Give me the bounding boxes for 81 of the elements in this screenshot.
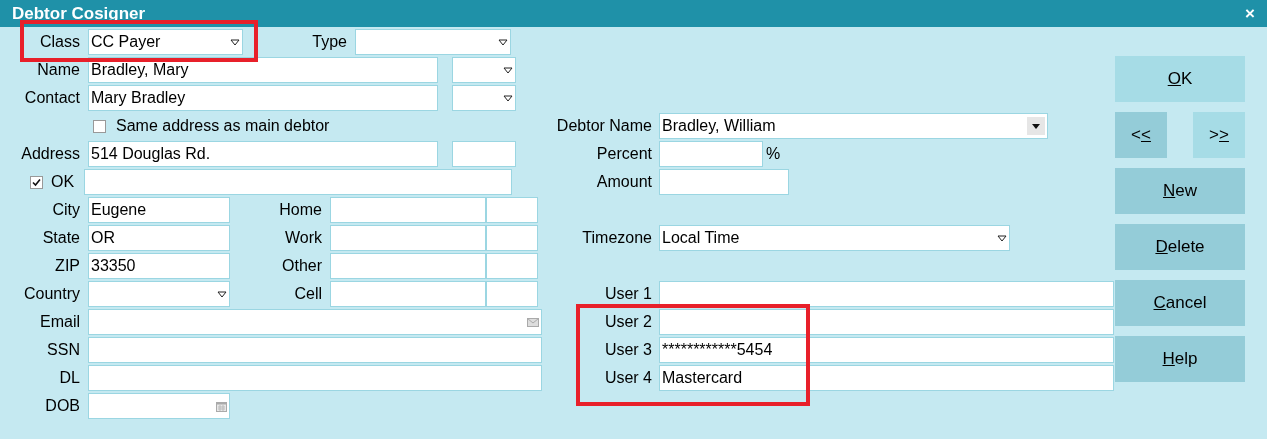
- input-field[interactable]: [88, 309, 542, 335]
- caret-icon: [997, 234, 1007, 242]
- field-label: Home: [278, 200, 322, 220]
- close-button[interactable]: ×: [1245, 0, 1255, 27]
- input-field[interactable]: [452, 141, 516, 167]
- input-field[interactable]: [486, 253, 538, 279]
- input-field[interactable]: Mastercard: [659, 365, 1114, 391]
- input-field[interactable]: [659, 169, 789, 195]
- field-label: DL: [58, 368, 80, 388]
- field-label: Email: [39, 312, 80, 332]
- field-label: SSN: [46, 340, 80, 360]
- field-label: Class: [39, 32, 80, 52]
- input-field[interactable]: [330, 225, 486, 251]
- field-label: Country: [22, 284, 80, 304]
- caret-icon: [503, 94, 513, 102]
- checkbox-label: Same address as main debtor: [116, 116, 330, 136]
- input-field[interactable]: [330, 197, 486, 223]
- field-label: Name: [36, 60, 80, 80]
- envelope-icon: [527, 317, 539, 327]
- field-label: Work: [283, 228, 322, 248]
- input-field[interactable]: [659, 309, 1114, 335]
- window-title: Debtor Cosigner: [12, 2, 146, 25]
- field-label: Other: [281, 256, 322, 276]
- unit-label: %: [766, 144, 781, 164]
- dropdown[interactable]: CC Payer: [88, 29, 243, 55]
- field-label: Amount: [595, 172, 652, 192]
- dropdown[interactable]: [355, 29, 511, 55]
- input-field[interactable]: [84, 169, 513, 195]
- field-label: Contact: [23, 88, 80, 108]
- caret-icon: [230, 38, 240, 46]
- input-field[interactable]: ************5454: [659, 337, 1114, 363]
- dropdown[interactable]: [452, 85, 516, 111]
- field-label: City: [51, 200, 80, 220]
- button[interactable]: Help: [1115, 336, 1245, 382]
- input-field[interactable]: OR: [88, 225, 230, 251]
- input-field[interactable]: Eugene: [88, 197, 230, 223]
- field-label: Timezone: [581, 228, 652, 248]
- field-label: User 1: [603, 284, 652, 304]
- input-field[interactable]: [88, 365, 542, 391]
- field-label: ZIP: [54, 256, 80, 276]
- input-field[interactable]: Bradley, Mary: [88, 57, 438, 83]
- dropdown[interactable]: Bradley, William: [659, 113, 1048, 139]
- dropdown[interactable]: [452, 57, 516, 83]
- dropdown[interactable]: [88, 281, 230, 307]
- input-field[interactable]: [486, 225, 538, 251]
- caret-icon: [498, 38, 508, 46]
- input-field[interactable]: [88, 337, 542, 363]
- checkbox[interactable]: [30, 175, 43, 189]
- field-label: State: [41, 228, 80, 248]
- field-label: Debtor Name: [555, 116, 652, 136]
- button[interactable]: <<: [1115, 112, 1167, 158]
- field-label: User 2: [603, 312, 652, 332]
- input-field[interactable]: 33350: [88, 253, 230, 279]
- input-field[interactable]: [330, 253, 486, 279]
- field-label: Percent: [595, 144, 652, 164]
- calendar-icon: [216, 400, 227, 412]
- button[interactable]: Delete: [1115, 224, 1245, 270]
- field-label: User 4: [603, 368, 652, 388]
- button[interactable]: Cancel: [1115, 280, 1245, 326]
- input-field[interactable]: Mary Bradley: [88, 85, 438, 111]
- input-field[interactable]: [88, 393, 230, 419]
- field-label: Cell: [293, 284, 322, 304]
- checkbox-label: OK: [51, 172, 75, 192]
- field-label: User 3: [603, 340, 652, 360]
- input-field[interactable]: [659, 141, 763, 167]
- dropdown[interactable]: Local Time: [659, 225, 1010, 251]
- field-label: Address: [20, 144, 80, 164]
- caret-icon: [1027, 117, 1045, 135]
- field-label: Type: [311, 32, 347, 52]
- input-field[interactable]: [486, 197, 538, 223]
- input-field[interactable]: 514 Douglas Rd.: [88, 141, 438, 167]
- button[interactable]: New: [1115, 168, 1245, 214]
- caret-icon: [503, 66, 513, 74]
- field-label: DOB: [44, 396, 80, 416]
- button[interactable]: OK: [1115, 56, 1245, 102]
- button[interactable]: >>: [1193, 112, 1245, 158]
- input-field[interactable]: [330, 281, 486, 307]
- checkbox[interactable]: [93, 119, 106, 133]
- input-field[interactable]: [486, 281, 538, 307]
- input-field[interactable]: [659, 281, 1114, 307]
- caret-icon: [217, 290, 227, 298]
